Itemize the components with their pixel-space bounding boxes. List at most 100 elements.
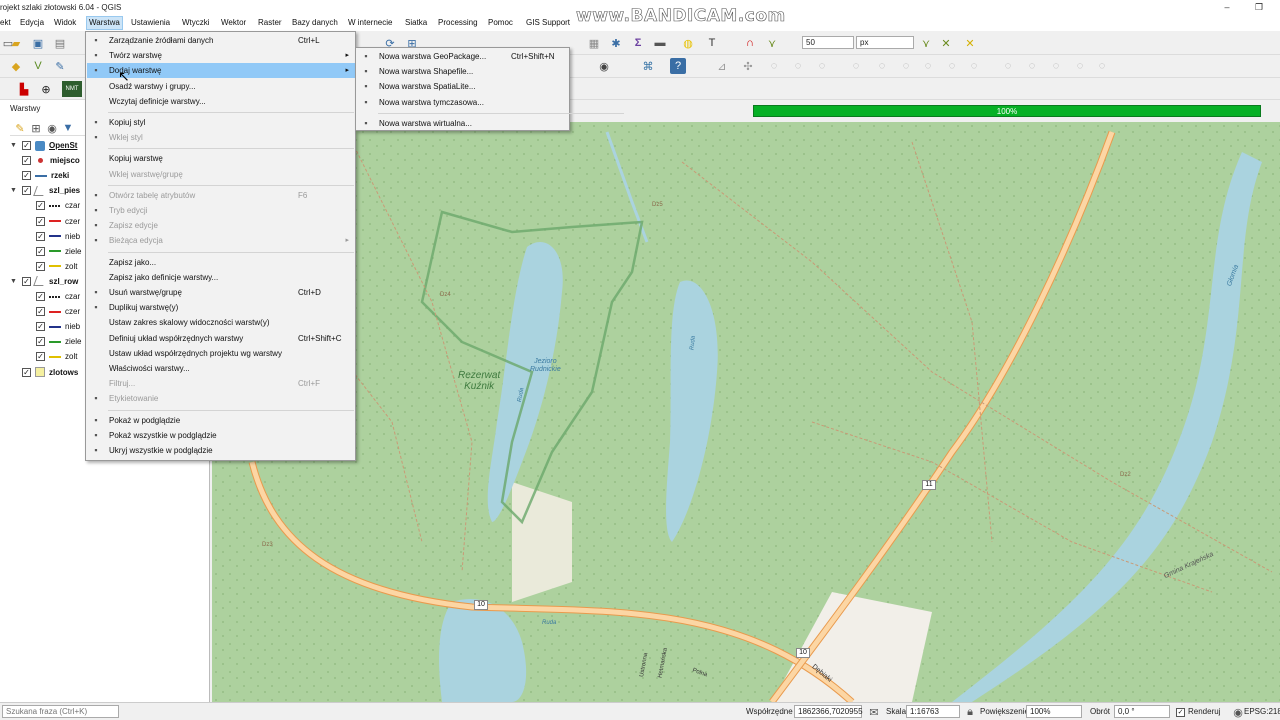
- globe-icon[interactable]: ◉: [596, 58, 612, 74]
- layer-visibility-checkbox[interactable]: ✓: [22, 171, 31, 181]
- menu-item[interactable]: ▪ Nowa warstwa wirtualna...: [357, 116, 569, 131]
- menu-item[interactable]: ▪ Pokaż w podglądzie: [87, 413, 355, 428]
- layer-row[interactable]: ✓ zolt: [24, 259, 77, 274]
- menu-item[interactable]: Wczytaj definicje warstwy...: [87, 94, 355, 109]
- menu-edit[interactable]: Edycja: [20, 18, 44, 27]
- menu-item[interactable]: ▪ Nowa warstwa tymczasowa...: [357, 95, 569, 110]
- menu-item[interactable]: ▪ Wklej styl: [87, 130, 355, 145]
- layer-row[interactable]: ✓ czar: [24, 289, 80, 304]
- menu-item[interactable]: ▪ Nowa warstwa GeoPackage... Ctrl+Shift+N: [357, 49, 569, 64]
- layer-visibility-checkbox[interactable]: ✓: [36, 216, 45, 226]
- menu-item[interactable]: ▪ Zarządzanie źródłami danych Ctrl+L: [87, 33, 355, 48]
- advanced-digitize-1-icon[interactable]: ◌: [766, 58, 782, 74]
- render-checkbox[interactable]: ✓: [1176, 708, 1185, 717]
- plugin-red-icon[interactable]: ▙: [16, 81, 32, 97]
- menu-vector[interactable]: Wektor: [221, 18, 246, 27]
- print-layout-icon[interactable]: ▤: [52, 35, 68, 51]
- layer-visibility-checkbox[interactable]: ✓: [36, 261, 45, 271]
- layer-row[interactable]: ✓ nieb: [24, 319, 80, 334]
- menu-web[interactable]: W internecie: [348, 18, 392, 27]
- scale-field[interactable]: 1:16763: [906, 705, 960, 718]
- layer-visibility-checkbox[interactable]: ✓: [36, 231, 45, 241]
- map-canvas[interactable]: Rezerwat Kuźnik Jezioro Rudnickie 11 10 …: [212, 122, 1280, 702]
- advanced-digitize-9-icon[interactable]: ◌: [966, 58, 982, 74]
- vertex-tool-icon[interactable]: ✣: [740, 58, 756, 74]
- plugin-gear-icon[interactable]: ✱: [608, 35, 624, 51]
- tips-icon[interactable]: ◍: [680, 35, 696, 51]
- menu-item[interactable]: Filtruj... Ctrl+F: [87, 376, 355, 391]
- layer-row[interactable]: ✓ rzeki: [10, 168, 69, 183]
- menu-item[interactable]: ▪ Otwórz tabelę atrybutów F6: [87, 188, 355, 203]
- target-icon[interactable]: ⊕: [38, 81, 54, 97]
- sum-icon[interactable]: Σ: [630, 35, 646, 51]
- snap-trace-icon[interactable]: ✕: [962, 35, 978, 51]
- menu-item[interactable]: Zapisz jako definicje warstwy...: [87, 270, 355, 285]
- menu-view[interactable]: Widok: [54, 18, 76, 27]
- visibility-icon[interactable]: ◉: [44, 120, 60, 136]
- edit-pencil-icon[interactable]: ✎: [52, 58, 68, 74]
- scale-lock-icon[interactable]: 🔒︎: [962, 704, 978, 720]
- nmt-plugin-button[interactable]: NMT: [62, 81, 82, 97]
- measure-icon[interactable]: ▬: [652, 35, 668, 51]
- menu-item[interactable]: ▪ Kopiuj styl: [87, 115, 355, 130]
- advanced-digitize-3-icon[interactable]: ◌: [814, 58, 830, 74]
- snapping-magnet-icon[interactable]: ∩: [742, 35, 758, 51]
- menu-item[interactable]: Zapisz jako...: [87, 255, 355, 270]
- layer-visibility-checkbox[interactable]: ✓: [22, 186, 31, 196]
- menu-project[interactable]: ekt: [0, 18, 11, 27]
- menu-item[interactable]: ▪ Bieżąca edycja ▸: [87, 233, 355, 248]
- menu-item[interactable]: Definiuj układ współrzędnych warstwy Ctrl…: [87, 331, 355, 346]
- coordinates-field[interactable]: 1862366,7020955: [794, 705, 863, 718]
- layer-visibility-checkbox[interactable]: ✓: [36, 201, 45, 211]
- locator-search-input[interactable]: [2, 705, 119, 718]
- layer-visibility-checkbox[interactable]: ✓: [36, 307, 45, 317]
- advanced-digitize-5-icon[interactable]: ◌: [874, 58, 890, 74]
- layer-visibility-checkbox[interactable]: ✓: [36, 322, 45, 332]
- layer-row[interactable]: ▼ ✓ szl_row: [10, 274, 78, 289]
- snap-unit-select[interactable]: px: [856, 36, 914, 49]
- grid-icon[interactable]: ▦: [586, 35, 602, 51]
- advanced-digitize-13-icon[interactable]: ◌: [1072, 58, 1088, 74]
- menu-raster[interactable]: Raster: [258, 18, 282, 27]
- menu-item[interactable]: Właściwości warstwy...: [87, 361, 355, 376]
- minimize-button[interactable]: –: [1220, 2, 1234, 12]
- layer-visibility-checkbox[interactable]: ✓: [22, 156, 31, 166]
- menu-item[interactable]: Ustaw układ współrzędnych projektu wg wa…: [87, 346, 355, 361]
- advanced-digitize-4-icon[interactable]: ◌: [848, 58, 864, 74]
- rotation-field[interactable]: 0,0 °: [1114, 705, 1170, 718]
- digitize-tool-icon[interactable]: ⊿: [714, 58, 730, 74]
- snapping-config-icon[interactable]: ⋎: [764, 35, 780, 51]
- menu-layer[interactable]: Warstwa: [86, 16, 123, 30]
- menu-item[interactable]: ▪ Ukryj wszystkie w podglądzie: [87, 443, 355, 458]
- maximize-button[interactable]: ❐: [1252, 2, 1266, 13]
- layer-row[interactable]: ✓ zlotows: [10, 365, 78, 380]
- add-group-icon[interactable]: ⊞: [28, 120, 44, 136]
- filter-icon[interactable]: ▼: [60, 120, 76, 136]
- menu-item[interactable]: ▪ Twórz warstwę ▸: [87, 48, 355, 63]
- layer-row[interactable]: ▼ ✓ OpenSt: [10, 138, 77, 153]
- digitize-icon[interactable]: V: [30, 58, 46, 74]
- advanced-digitize-7-icon[interactable]: ◌: [920, 58, 936, 74]
- expand-toggle-icon[interactable]: ▼: [10, 278, 18, 285]
- layer-row[interactable]: ✓ ziele: [24, 244, 81, 259]
- menu-item[interactable]: ▪ Nowa warstwa Shapefile...: [357, 64, 569, 79]
- layer-row[interactable]: ✓ miejsco: [10, 153, 80, 168]
- menu-mesh[interactable]: Siatka: [405, 18, 427, 27]
- advanced-digitize-14-icon[interactable]: ◌: [1094, 58, 1110, 74]
- menu-item[interactable]: ▪ Nowa warstwa SpatiaLite...: [357, 79, 569, 94]
- advanced-digitize-2-icon[interactable]: ◌: [790, 58, 806, 74]
- layer-row[interactable]: ✓ nieb: [24, 229, 80, 244]
- advanced-digitize-10-icon[interactable]: ◌: [1000, 58, 1016, 74]
- menu-item[interactable]: Ustaw zakres skalowy widoczności warstw(…: [87, 315, 355, 330]
- menu-item[interactable]: ▪ Duplikuj warstwę(y): [87, 300, 355, 315]
- layer-visibility-checkbox[interactable]: ✓: [36, 352, 45, 362]
- layer-visibility-checkbox[interactable]: ✓: [22, 276, 31, 286]
- snap-tolerance-input[interactable]: 50: [802, 36, 854, 49]
- menu-item[interactable]: Wklej warstwę/grupę: [87, 167, 355, 182]
- layer-visibility-checkbox[interactable]: ✓: [36, 337, 45, 347]
- layer-visibility-checkbox[interactable]: ✓: [36, 292, 45, 301]
- advanced-digitize-8-icon[interactable]: ◌: [944, 58, 960, 74]
- add-vector-icon[interactable]: ◆: [8, 58, 24, 74]
- menu-settings[interactable]: Ustawienia: [131, 18, 170, 27]
- menu-item[interactable]: ▪ Tryb edycji: [87, 203, 355, 218]
